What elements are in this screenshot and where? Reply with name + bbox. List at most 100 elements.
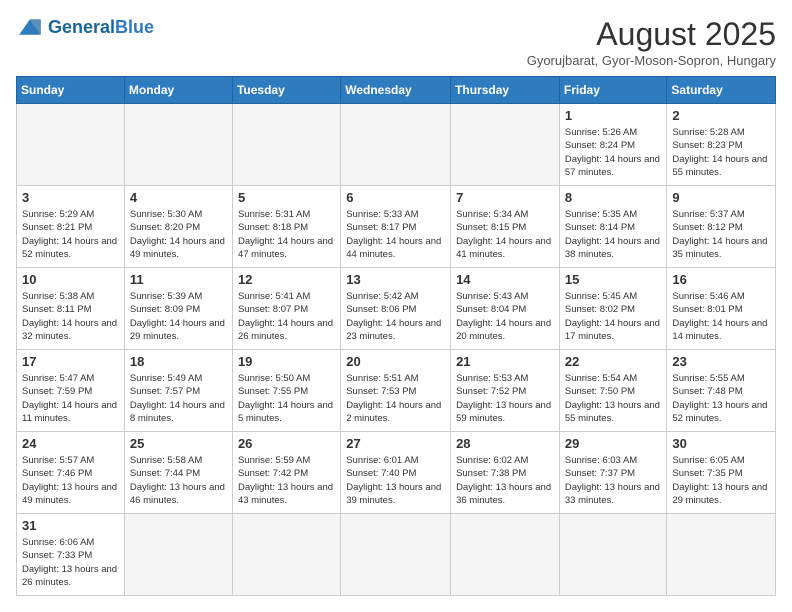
calendar-table: SundayMondayTuesdayWednesdayThursdayFrid… — [16, 76, 776, 596]
day-number: 8 — [565, 190, 662, 205]
calendar-cell: 30 Sunrise: 6:05 AM Sunset: 7:35 PM Dayli… — [667, 432, 776, 514]
calendar-cell: 15Sunrise: 5:45 AM Sunset: 8:02 PM Dayli… — [559, 268, 667, 350]
calendar-cell: 16 Sunrise: 5:46 AM Sunset: 8:01 PM Dayli… — [667, 268, 776, 350]
day-info: Sunrise: 5:35 AM Sunset: 8:14 PM Dayligh… — [565, 208, 662, 261]
day-number: 26 — [238, 436, 335, 451]
day-info: Sunrise: 5:53 AM Sunset: 7:52 PM Dayligh… — [456, 372, 554, 425]
month-title: August 2025 — [527, 16, 776, 53]
day-number: 22 — [565, 354, 662, 369]
day-number: 16 — [672, 272, 770, 287]
calendar-cell: 27 Sunrise: 6:01 AM Sunset: 7:40 PM Dayli… — [341, 432, 451, 514]
weekday-header-saturday: Saturday — [667, 77, 776, 104]
calendar-cell: 24Sunrise: 5:57 AM Sunset: 7:46 PM Dayli… — [17, 432, 125, 514]
calendar-cell — [451, 104, 560, 186]
calendar-cell: 13 Sunrise: 5:42 AM Sunset: 8:06 PM Dayli… — [341, 268, 451, 350]
day-number: 25 — [130, 436, 227, 451]
day-number: 17 — [22, 354, 119, 369]
calendar-cell — [232, 514, 340, 596]
calendar-cell: 28 Sunrise: 6:02 AM Sunset: 7:38 PM Dayli… — [451, 432, 560, 514]
day-number: 13 — [346, 272, 445, 287]
day-number: 14 — [456, 272, 554, 287]
calendar-cell: 12 Sunrise: 5:41 AM Sunset: 8:07 PM Dayli… — [232, 268, 340, 350]
calendar-cell: 26 Sunrise: 5:59 AM Sunset: 7:42 PM Dayli… — [232, 432, 340, 514]
day-info: Sunrise: 5:50 AM Sunset: 7:55 PM Dayligh… — [238, 372, 335, 425]
day-info: Sunrise: 5:33 AM Sunset: 8:17 PM Dayligh… — [346, 208, 445, 261]
day-number: 9 — [672, 190, 770, 205]
calendar-cell — [451, 514, 560, 596]
day-info: Sunrise: 5:31 AM Sunset: 8:18 PM Dayligh… — [238, 208, 335, 261]
day-info: Sunrise: 5:42 AM Sunset: 8:06 PM Dayligh… — [346, 290, 445, 343]
day-number: 19 — [238, 354, 335, 369]
day-number: 21 — [456, 354, 554, 369]
calendar-cell: 29 Sunrise: 6:03 AM Sunset: 7:37 PM Dayli… — [559, 432, 667, 514]
weekday-header-wednesday: Wednesday — [341, 77, 451, 104]
day-info: Sunrise: 6:01 AM Sunset: 7:40 PM Dayligh… — [346, 454, 445, 507]
calendar-cell: 25Sunrise: 5:58 AM Sunset: 7:44 PM Dayli… — [124, 432, 232, 514]
day-info: Sunrise: 6:05 AM Sunset: 7:35 PM Dayligh… — [672, 454, 770, 507]
day-info: Sunrise: 5:30 AM Sunset: 8:20 PM Dayligh… — [130, 208, 227, 261]
day-info: Sunrise: 6:03 AM Sunset: 7:37 PM Dayligh… — [565, 454, 662, 507]
calendar-cell: 4 Sunrise: 5:30 AM Sunset: 8:20 PM Daylig… — [124, 186, 232, 268]
day-info: Sunrise: 5:59 AM Sunset: 7:42 PM Dayligh… — [238, 454, 335, 507]
day-info: Sunrise: 5:57 AM Sunset: 7:46 PM Dayligh… — [22, 454, 119, 507]
day-info: Sunrise: 6:06 AM Sunset: 7:33 PM Dayligh… — [22, 536, 119, 589]
day-number: 2 — [672, 108, 770, 123]
day-number: 11 — [130, 272, 227, 287]
day-number: 6 — [346, 190, 445, 205]
day-info: Sunrise: 5:51 AM Sunset: 7:53 PM Dayligh… — [346, 372, 445, 425]
weekday-header-sunday: Sunday — [17, 77, 125, 104]
day-info: Sunrise: 5:34 AM Sunset: 8:15 PM Dayligh… — [456, 208, 554, 261]
calendar-cell: 8 Sunrise: 5:35 AM Sunset: 8:14 PM Daylig… — [559, 186, 667, 268]
day-info: Sunrise: 5:37 AM Sunset: 8:12 PM Dayligh… — [672, 208, 770, 261]
weekday-header-monday: Monday — [124, 77, 232, 104]
weekday-header-tuesday: Tuesday — [232, 77, 340, 104]
day-info: Sunrise: 5:47 AM Sunset: 7:59 PM Dayligh… — [22, 372, 119, 425]
day-number: 5 — [238, 190, 335, 205]
weekday-header-thursday: Thursday — [451, 77, 560, 104]
calendar-cell: 20 Sunrise: 5:51 AM Sunset: 7:53 PM Dayli… — [341, 350, 451, 432]
calendar-cell: 21 Sunrise: 5:53 AM Sunset: 7:52 PM Dayli… — [451, 350, 560, 432]
calendar-cell: 3 Sunrise: 5:29 AM Sunset: 8:21 PM Daylig… — [17, 186, 125, 268]
day-info: Sunrise: 5:46 AM Sunset: 8:01 PM Dayligh… — [672, 290, 770, 343]
day-number: 27 — [346, 436, 445, 451]
day-info: Sunrise: 5:41 AM Sunset: 8:07 PM Dayligh… — [238, 290, 335, 343]
day-number: 23 — [672, 354, 770, 369]
calendar-cell — [341, 514, 451, 596]
calendar-cell: 9 Sunrise: 5:37 AM Sunset: 8:12 PM Daylig… — [667, 186, 776, 268]
calendar-cell: 11Sunrise: 5:39 AM Sunset: 8:09 PM Dayli… — [124, 268, 232, 350]
week-row-2: 10Sunrise: 5:38 AM Sunset: 8:11 PM Dayli… — [17, 268, 776, 350]
calendar-cell: 2 Sunrise: 5:28 AM Sunset: 8:23 PM Daylig… — [667, 104, 776, 186]
day-number: 28 — [456, 436, 554, 451]
calendar-cell — [17, 104, 125, 186]
logo-text: GeneralBlue — [48, 17, 154, 38]
day-info: Sunrise: 5:29 AM Sunset: 8:21 PM Dayligh… — [22, 208, 119, 261]
calendar-cell — [124, 514, 232, 596]
week-row-1: 3 Sunrise: 5:29 AM Sunset: 8:21 PM Daylig… — [17, 186, 776, 268]
day-number: 20 — [346, 354, 445, 369]
week-row-3: 17 Sunrise: 5:47 AM Sunset: 7:59 PM Dayli… — [17, 350, 776, 432]
day-number: 3 — [22, 190, 119, 205]
day-info: Sunrise: 5:43 AM Sunset: 8:04 PM Dayligh… — [456, 290, 554, 343]
day-info: Sunrise: 5:28 AM Sunset: 8:23 PM Dayligh… — [672, 126, 770, 179]
calendar-cell — [232, 104, 340, 186]
day-number: 12 — [238, 272, 335, 287]
calendar-cell — [124, 104, 232, 186]
weekday-header-row: SundayMondayTuesdayWednesdayThursdayFrid… — [17, 77, 776, 104]
calendar-cell: 18Sunrise: 5:49 AM Sunset: 7:57 PM Dayli… — [124, 350, 232, 432]
calendar-cell: 19 Sunrise: 5:50 AM Sunset: 7:55 PM Dayli… — [232, 350, 340, 432]
day-number: 29 — [565, 436, 662, 451]
day-number: 4 — [130, 190, 227, 205]
day-info: Sunrise: 5:26 AM Sunset: 8:24 PM Dayligh… — [565, 126, 662, 179]
calendar-cell: 23 Sunrise: 5:55 AM Sunset: 7:48 PM Dayli… — [667, 350, 776, 432]
page-header: GeneralBlue August 2025 Gyorujbarat, Gyo… — [16, 16, 776, 68]
day-info: Sunrise: 5:54 AM Sunset: 7:50 PM Dayligh… — [565, 372, 662, 425]
day-number: 30 — [672, 436, 770, 451]
calendar-cell: 22 Sunrise: 5:54 AM Sunset: 7:50 PM Dayli… — [559, 350, 667, 432]
day-info: Sunrise: 5:55 AM Sunset: 7:48 PM Dayligh… — [672, 372, 770, 425]
calendar-cell: 1Sunrise: 5:26 AM Sunset: 8:24 PM Daylig… — [559, 104, 667, 186]
calendar-cell — [341, 104, 451, 186]
day-number: 31 — [22, 518, 119, 533]
week-row-5: 31 Sunrise: 6:06 AM Sunset: 7:33 PM Dayli… — [17, 514, 776, 596]
calendar-cell: 7Sunrise: 5:34 AM Sunset: 8:15 PM Daylig… — [451, 186, 560, 268]
day-info: Sunrise: 6:02 AM Sunset: 7:38 PM Dayligh… — [456, 454, 554, 507]
